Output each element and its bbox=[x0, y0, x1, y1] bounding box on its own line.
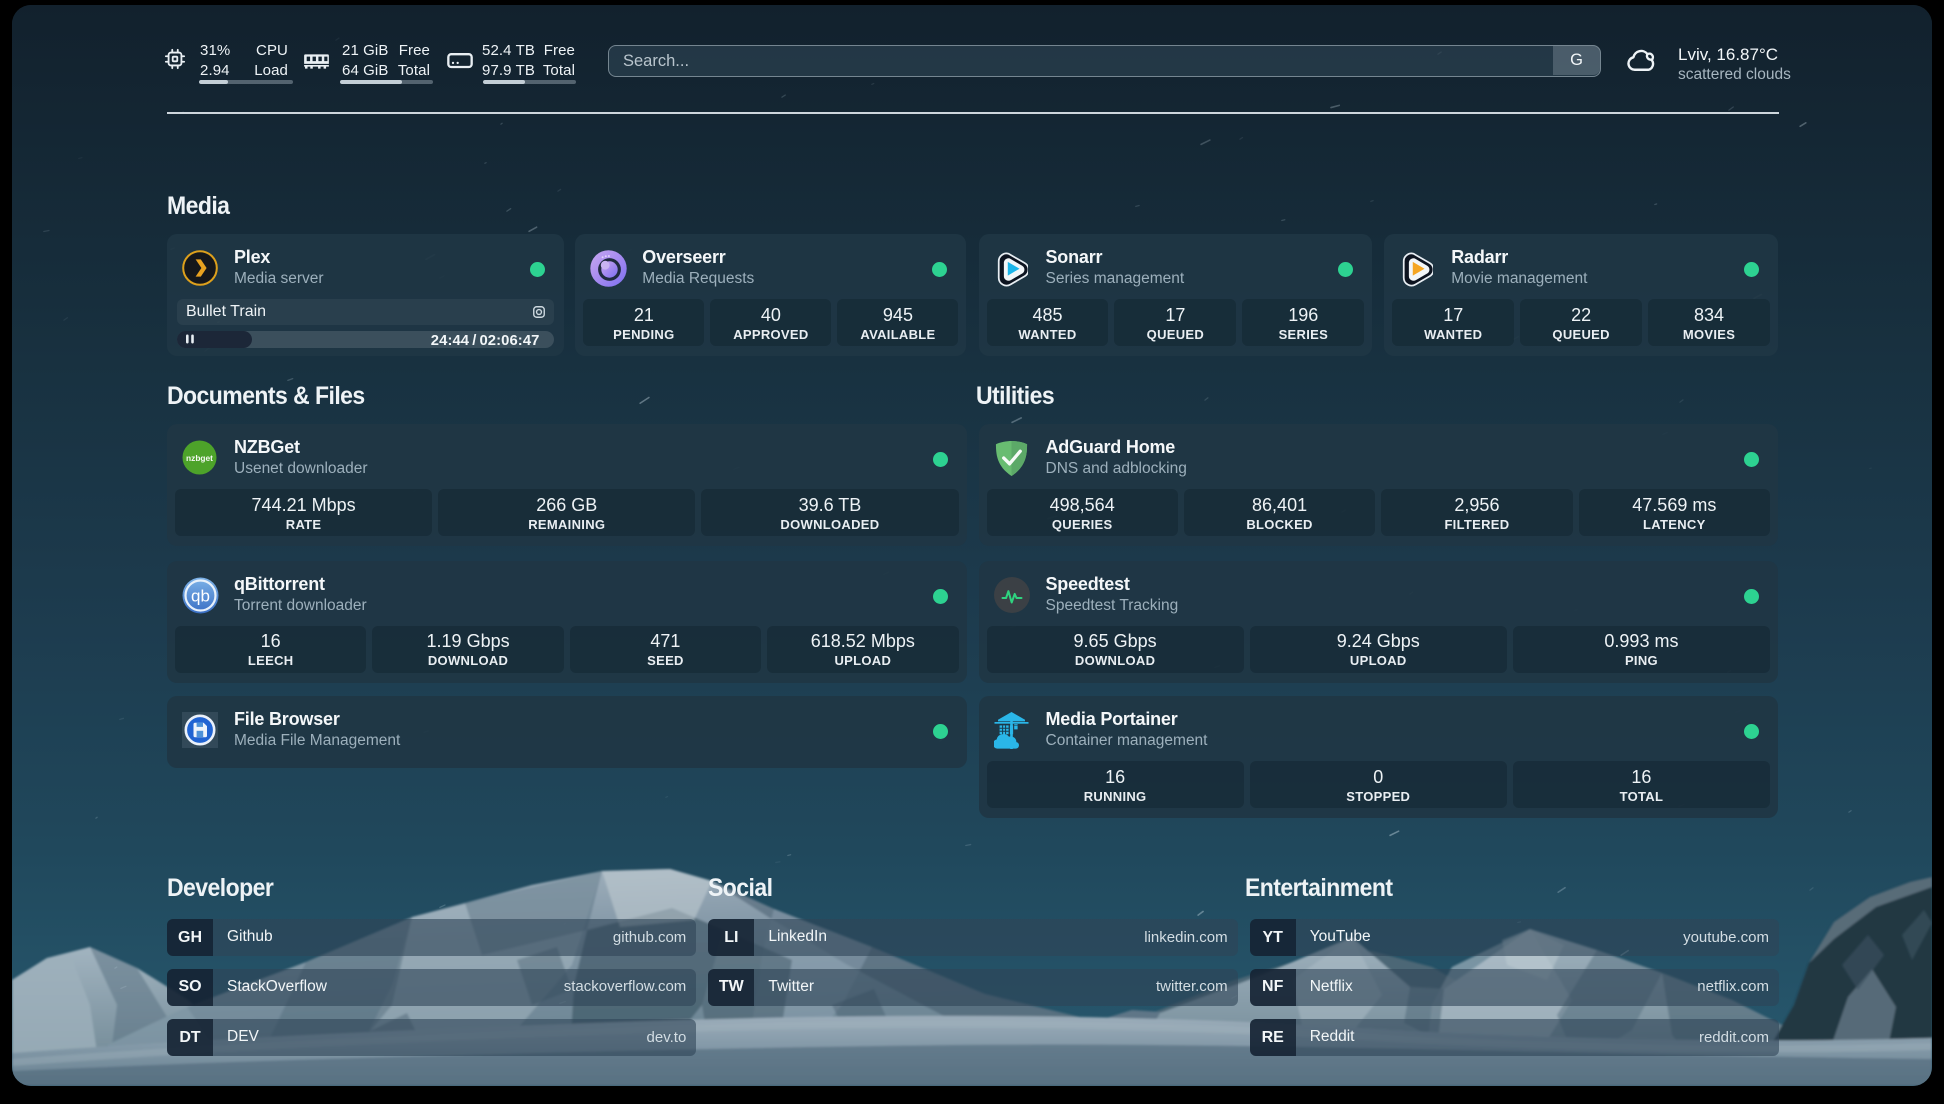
svg-text:nzbget: nzbget bbox=[186, 453, 213, 463]
svg-text:qb: qb bbox=[191, 586, 210, 605]
